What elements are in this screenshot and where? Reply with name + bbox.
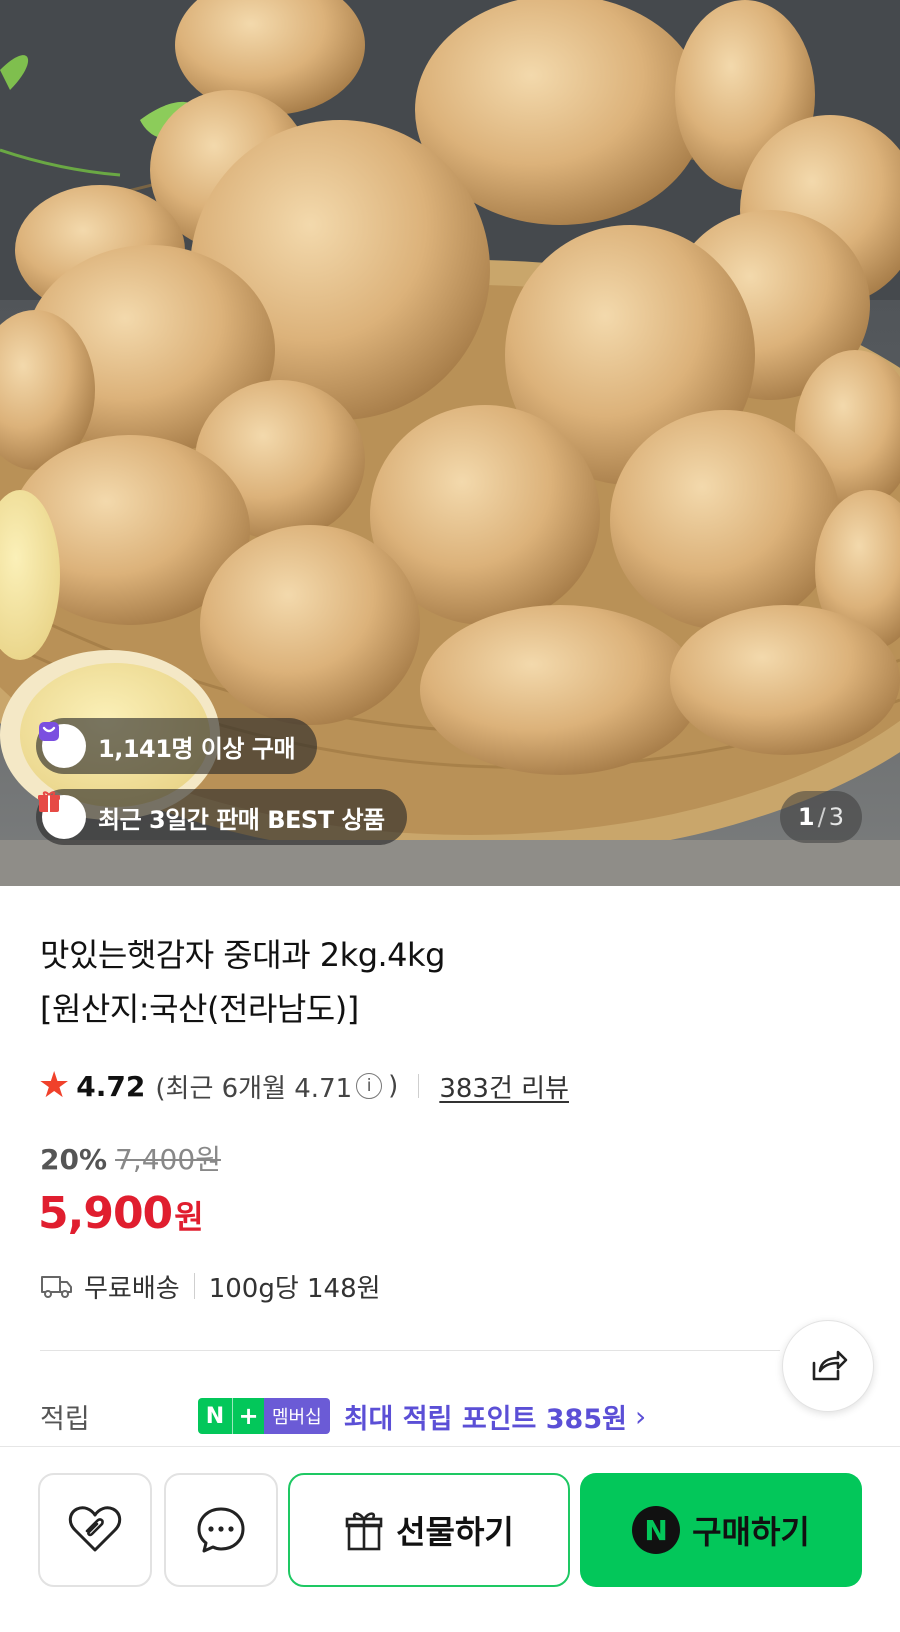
product-title-line-2: [원산지:국산(전라남도)] [40, 990, 359, 1028]
naver-pay-logo: N [632, 1506, 681, 1554]
purchase-count-badge: 1,141명 이상 구매 [36, 718, 318, 774]
counter-total: 3 [828, 803, 844, 831]
section-divider [40, 1350, 780, 1351]
talk-chat-button[interactable] [164, 1473, 278, 1587]
purchase-count-text: 1,141명 이상 구매 [98, 734, 296, 763]
shopping-bag-icon [39, 722, 86, 768]
wishlist-button[interactable] [38, 1473, 152, 1587]
counter-separator: / [817, 803, 826, 831]
chat-bubble-icon [195, 1505, 247, 1555]
buy-label: 구매하기 [692, 1513, 810, 1551]
divider [418, 1074, 420, 1098]
heart-icon [67, 1505, 123, 1555]
product-title-line-1: 맛있는햇감자 중대과 2kg.4kg [40, 936, 445, 974]
image-page-counter: 1 / 3 [779, 791, 862, 843]
rating-score: 4.72 [76, 1069, 146, 1103]
sale-price-value: 5,900 [38, 1188, 173, 1239]
info-icon[interactable]: i [356, 1073, 383, 1099]
bottom-action-bar: 선물하기 N 구매하기 [0, 1446, 900, 1632]
points-label: 적립 [40, 1403, 90, 1435]
recent-rating-close: ) [388, 1071, 399, 1101]
counter-current: 1 [797, 803, 815, 831]
recent-rating: (최근 6개월 4.71 [155, 1073, 353, 1104]
discount-row: 20% 7,400원 [40, 1138, 221, 1178]
best-seller-text: 최근 3일간 판매 BEST 상품 [98, 805, 385, 834]
buy-button[interactable]: N 구매하기 [580, 1473, 862, 1587]
sale-price-unit: 원 [174, 1198, 204, 1236]
rating-row: ★ 4.72 (최근 6개월 4.71 i ) 383건 리뷰 [38, 1066, 569, 1106]
gift-label: 선물하기 [396, 1513, 514, 1551]
gift-box-icon [38, 791, 86, 839]
product-image-carousel[interactable]: 1,141명 이상 구매 최근 3일간 판매 BEST 상품 1 / 3 [0, 0, 900, 886]
naver-plus-membership-badge: N + 멤버십 [198, 1398, 330, 1434]
shipping-text: 무료배송 [84, 1273, 180, 1304]
gift-icon [344, 1509, 384, 1551]
best-seller-badge: 최근 3일간 판매 BEST 상품 [36, 789, 407, 845]
points-row[interactable]: 적립 N + 멤버십 최대 적립 포인트 385원 › [40, 1394, 646, 1438]
shipping-row: 무료배송 100g당 148원 [40, 1268, 381, 1304]
naver-n-logo: N [198, 1398, 232, 1434]
original-price: 7,400원 [115, 1143, 221, 1176]
max-points-text[interactable]: 최대 적립 포인트 385원 [344, 1397, 627, 1436]
discount-percent: 20% [40, 1143, 108, 1176]
review-count-link[interactable]: 383건 리뷰 [439, 1068, 569, 1105]
share-button[interactable] [782, 1320, 874, 1412]
unit-price: 100g당 148원 [208, 1273, 381, 1304]
gift-button[interactable]: 선물하기 [288, 1473, 570, 1587]
membership-label: 멤버십 [264, 1398, 330, 1434]
product-title: 맛있는햇감자 중대과 2kg.4kg [원산지:국산(전라남도)] [40, 928, 860, 1036]
plus-icon: + [232, 1398, 264, 1434]
divider [193, 1273, 195, 1299]
chevron-right-icon: › [634, 1399, 647, 1433]
sale-price: 5,900 원 [38, 1188, 204, 1239]
star-icon: ★ [38, 1065, 71, 1106]
delivery-truck-icon [40, 1273, 74, 1299]
share-icon [808, 1347, 848, 1385]
